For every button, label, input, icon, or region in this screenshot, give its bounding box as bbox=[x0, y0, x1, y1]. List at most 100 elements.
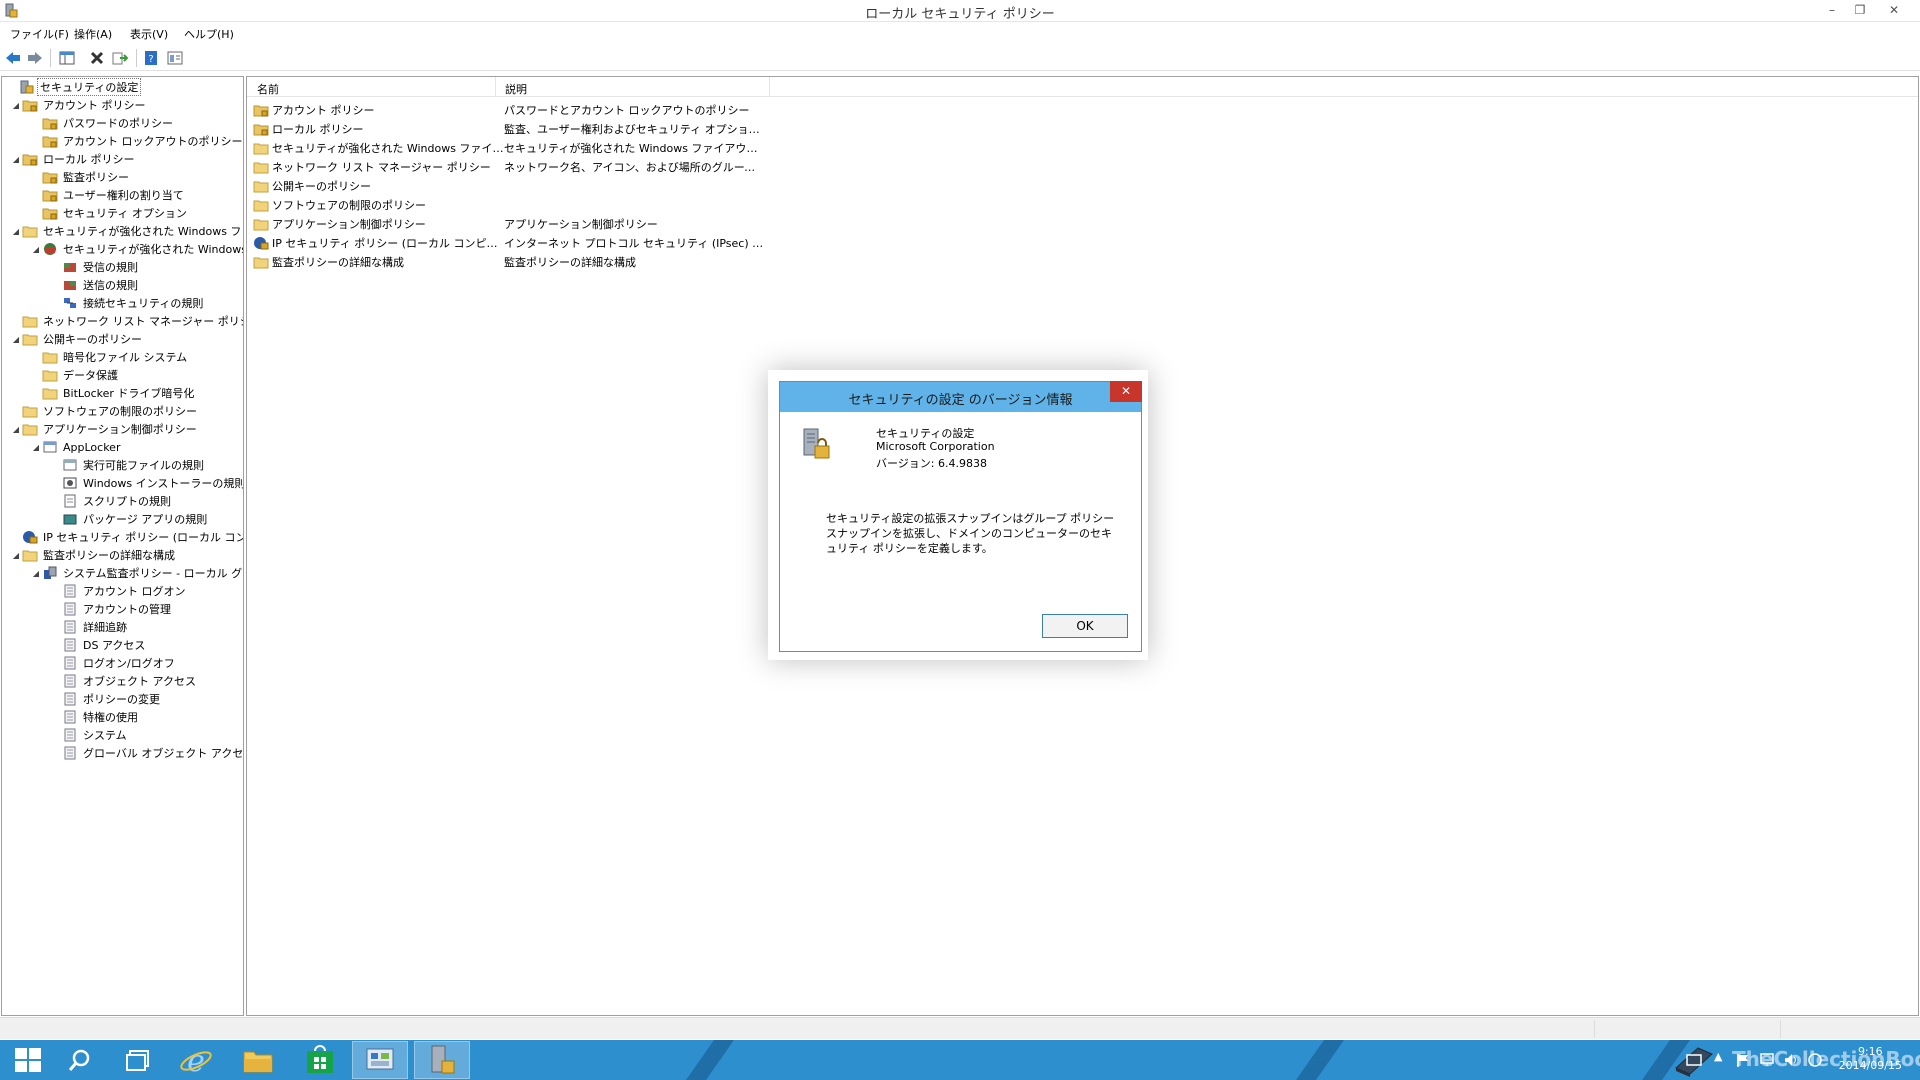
collapse-icon[interactable]: ◢ bbox=[10, 551, 22, 560]
tree-item-firewall[interactable]: ◢ セキュリティが強化された Windows ファイアウォール bbox=[10, 222, 243, 240]
dialog-close-button[interactable]: ✕ bbox=[1110, 381, 1142, 402]
taskbar-control-panel[interactable] bbox=[352, 1041, 408, 1079]
tree-item-bitlocker[interactable]: BitLocker ドライブ暗号化 bbox=[42, 384, 196, 402]
network-icon[interactable] bbox=[1760, 1053, 1776, 1067]
tree-item-ip-security[interactable]: IP セキュリティ ポリシー (ローカル コンピューター) bbox=[22, 528, 243, 546]
tree-item-audit-privilege-use[interactable]: 特権の使用 bbox=[62, 708, 140, 726]
folder-icon bbox=[22, 226, 38, 238]
applocker-icon bbox=[43, 441, 57, 453]
system-clock[interactable]: 9:16 2014/09/15 bbox=[1839, 1045, 1902, 1073]
volume-icon[interactable] bbox=[1784, 1053, 1800, 1067]
tree-item-efs[interactable]: 暗号化ファイル システム bbox=[42, 348, 189, 366]
show-hide-tree-icon[interactable] bbox=[58, 49, 76, 67]
export-list-icon[interactable] bbox=[111, 49, 129, 67]
tree-item-system-audit[interactable]: ◢ システム監査ポリシー - ローカル グループ ポリシー オブジェクト bbox=[30, 564, 243, 582]
tree-item-audit-policy[interactable]: 監査ポリシー bbox=[30, 168, 131, 186]
menu-view[interactable]: 表示(V) bbox=[130, 26, 168, 42]
collapse-icon[interactable]: ◢ bbox=[30, 443, 42, 452]
taskbar-internet-explorer[interactable]: e bbox=[168, 1041, 224, 1079]
menu-action[interactable]: 操作(A) bbox=[74, 26, 112, 42]
tree-item-script-rules[interactable]: スクリプトの規則 bbox=[62, 492, 173, 510]
properties-icon[interactable] bbox=[166, 49, 184, 67]
close-window-button[interactable]: ✕ bbox=[1880, 0, 1908, 20]
taskbar-local-security-policy[interactable] bbox=[414, 1041, 470, 1079]
folder-lock-icon bbox=[22, 154, 38, 166]
tree-item-audit-policy-change[interactable]: ポリシーの変更 bbox=[62, 690, 162, 708]
tree-item-package-rules[interactable]: パッケージ アプリの規則 bbox=[62, 510, 209, 528]
dialog-title-bar[interactable]: セキュリティの設定 のバージョン情報 bbox=[780, 382, 1141, 412]
column-header-description[interactable]: 説明 bbox=[505, 81, 527, 97]
list-row-software-restriction[interactable]: ソフトウェアの制限のポリシー bbox=[253, 195, 1013, 214]
list-row-account-policy[interactable]: アカウント ポリシー パスワードとアカウント ロックアウトのポリシー bbox=[253, 100, 1013, 119]
tree-item-installer-rules[interactable]: Windows インストーラーの規則 bbox=[62, 474, 243, 492]
tree-item-audit-object-access[interactable]: オブジェクト アクセス bbox=[62, 672, 198, 690]
tree-item-applocker[interactable]: ◢ AppLocker bbox=[30, 438, 122, 456]
taskbar-file-explorer[interactable] bbox=[230, 1041, 286, 1079]
tree-item-firewall-gpo[interactable]: ◢ セキュリティが強化された Windows ファイアウォール - ローカル グ… bbox=[30, 240, 243, 258]
taskbar-store[interactable] bbox=[292, 1041, 348, 1079]
help-icon[interactable]: ? bbox=[142, 49, 160, 67]
list-row-network-list[interactable]: ネットワーク リスト マネージャー ポリシー ネットワーク名、アイコン、および場… bbox=[253, 157, 1013, 176]
dialog-description: セキュリティ設定の拡張スナップインはグループ ポリシー スナップインを拡張し、ド… bbox=[826, 512, 1115, 555]
list-row-advanced-audit[interactable]: 監査ポリシーの詳細な構成 監査ポリシーの詳細な構成 bbox=[253, 252, 1013, 271]
tree-item-audit-account-logon[interactable]: アカウント ログオン bbox=[62, 582, 188, 600]
flag-icon[interactable] bbox=[1736, 1053, 1750, 1067]
collapse-icon[interactable]: ◢ bbox=[10, 101, 22, 110]
list-row-public-key[interactable]: 公開キーのポリシー bbox=[253, 176, 1013, 195]
tree-pane[interactable]: セキュリティの設定 ◢ アカウント ポリシー パスワードのポリシー アカウント … bbox=[1, 76, 244, 1016]
tree-item-audit-account-management[interactable]: アカウントの管理 bbox=[62, 600, 173, 618]
list-row-firewall[interactable]: セキュリティが強化された Windows ファイアウォール セキュリティが強化さ… bbox=[253, 138, 1013, 157]
tree-item-advanced-audit[interactable]: ◢ 監査ポリシーの詳細な構成 bbox=[10, 546, 177, 564]
menu-help[interactable]: ヘルプ(H) bbox=[184, 26, 234, 42]
start-button[interactable] bbox=[0, 1041, 56, 1079]
tree-item-security-options[interactable]: セキュリティ オプション bbox=[30, 204, 189, 222]
back-icon[interactable] bbox=[4, 49, 22, 67]
language-icon[interactable] bbox=[1808, 1053, 1822, 1067]
tree-item-local-policy[interactable]: ◢ ローカル ポリシー bbox=[10, 150, 137, 168]
ok-button[interactable]: OK bbox=[1042, 614, 1128, 638]
show-hidden-icons[interactable]: ▲ bbox=[1714, 1050, 1722, 1063]
menu-file[interactable]: ファイル(F) bbox=[10, 26, 69, 42]
list-row-local-policy[interactable]: ローカル ポリシー 監査、ユーザー権利およびセキュリティ オプションのポリシー bbox=[253, 119, 1013, 138]
tree-item-security-settings[interactable]: セキュリティの設定 bbox=[6, 78, 142, 96]
ip-security-icon bbox=[23, 531, 38, 544]
tree-item-data-protection[interactable]: データ保護 bbox=[42, 366, 120, 384]
tree-item-user-rights[interactable]: ユーザー権利の割り当て bbox=[30, 186, 186, 204]
collapse-icon[interactable]: ◢ bbox=[10, 227, 22, 236]
search-button[interactable] bbox=[52, 1041, 108, 1079]
folder-icon bbox=[22, 424, 38, 436]
delete-icon[interactable] bbox=[88, 49, 106, 67]
action-center-icon[interactable] bbox=[1686, 1054, 1702, 1066]
collapse-icon[interactable]: ◢ bbox=[30, 245, 42, 254]
tree-item-lockout-policy[interactable]: アカウント ロックアウトのポリシー bbox=[30, 132, 243, 150]
task-view-button[interactable] bbox=[110, 1041, 166, 1079]
tree-item-app-control[interactable]: ◢ アプリケーション制御ポリシー bbox=[10, 420, 199, 438]
tree-item-exe-rules[interactable]: 実行可能ファイルの規則 bbox=[62, 456, 206, 474]
tree-item-network-list[interactable]: ネットワーク リスト マネージャー ポリシー bbox=[22, 312, 243, 330]
minimize-button[interactable]: – bbox=[1818, 0, 1846, 20]
tree-item-audit-logon-logoff[interactable]: ログオン/ログオフ bbox=[62, 654, 177, 672]
list-row-ip-security[interactable]: IP セキュリティ ポリシー (ローカル コンピューター) インターネット プロ… bbox=[253, 233, 1013, 252]
folder-lock-icon bbox=[42, 208, 58, 220]
tree-item-password-policy[interactable]: パスワードのポリシー bbox=[30, 114, 175, 132]
script-icon bbox=[64, 494, 76, 508]
tree-item-audit-ds-access[interactable]: DS アクセス bbox=[62, 636, 147, 654]
collapse-icon[interactable]: ◢ bbox=[30, 569, 42, 578]
tree-item-audit-global-object[interactable]: グローバル オブジェクト アクセスの監査 bbox=[62, 744, 243, 762]
tree-item-outbound-rules[interactable]: 送信の規則 bbox=[50, 276, 140, 294]
policy-doc-icon bbox=[64, 710, 76, 724]
tree-item-public-key[interactable]: ◢ 公開キーのポリシー bbox=[10, 330, 144, 348]
tree-item-software-restriction[interactable]: ソフトウェアの制限のポリシー bbox=[22, 402, 199, 420]
collapse-icon[interactable]: ◢ bbox=[10, 335, 22, 344]
column-header-name[interactable]: 名前 bbox=[257, 81, 279, 97]
tree-item-account-policy[interactable]: ◢ アカウント ポリシー bbox=[10, 96, 148, 114]
list-row-app-control[interactable]: アプリケーション制御ポリシー アプリケーション制御ポリシー bbox=[253, 214, 1013, 233]
collapse-icon[interactable]: ◢ bbox=[10, 155, 22, 164]
tree-item-inbound-rules[interactable]: 受信の規則 bbox=[50, 258, 140, 276]
tree-item-audit-detailed-tracking[interactable]: 詳細追跡 bbox=[62, 618, 129, 636]
tree-item-audit-system[interactable]: システム bbox=[62, 726, 129, 744]
collapse-icon[interactable]: ◢ bbox=[10, 425, 22, 434]
restore-button[interactable]: ❐ bbox=[1846, 0, 1874, 20]
forward-icon[interactable] bbox=[26, 49, 44, 67]
tree-item-connection-rules[interactable]: 接続セキュリティの規則 bbox=[50, 294, 205, 312]
